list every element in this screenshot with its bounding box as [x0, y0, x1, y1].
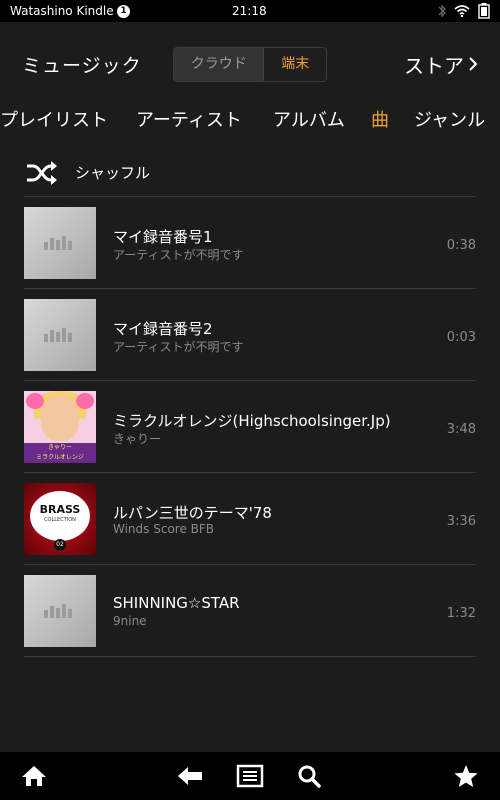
album-art-placeholder: [24, 207, 96, 279]
song-title: マイ録音番号2: [113, 320, 213, 338]
favorites-icon[interactable]: [452, 764, 480, 788]
tab-songs[interactable]: 曲: [371, 106, 389, 132]
clock: 21:18: [232, 4, 267, 18]
bluetooth-icon: [438, 4, 446, 18]
battery-icon: [478, 3, 490, 19]
song-row[interactable]: マイ録音番号2 アーティストが不明です 0:03: [24, 289, 476, 381]
album-art-text: BRASS: [39, 503, 81, 516]
wifi-icon: [454, 5, 470, 17]
page-title: ミュージック: [22, 55, 142, 77]
song-duration: 3:48: [446, 422, 476, 437]
back-icon[interactable]: [176, 764, 204, 788]
device-tab[interactable]: 端末: [263, 48, 326, 81]
song-artist: Winds Score BFB: [113, 522, 215, 536]
song-row[interactable]: きゃりー ミラクルオレンジ ミラクルオレンジ(Highschoolsinger.…: [24, 381, 476, 473]
store-link[interactable]: ストア: [404, 50, 478, 79]
album-art-placeholder: [24, 299, 96, 371]
home-icon[interactable]: [20, 764, 48, 788]
cloud-tab[interactable]: クラウド: [174, 48, 264, 81]
song-list: マイ録音番号1 アーティストが不明です 0:38 マイ録音番号2 アーティストが…: [24, 197, 476, 657]
bottom-nav: [0, 752, 500, 800]
song-title: ミラクルオレンジ(Highschoolsinger.Jp): [113, 412, 391, 430]
device-name: Watashino Kindle: [10, 4, 114, 18]
song-row[interactable]: マイ録音番号1 アーティストが不明です 0:38: [24, 197, 476, 289]
store-label: ストア: [404, 54, 464, 78]
song-artist: アーティストが不明です: [113, 340, 244, 354]
shuffle-label: シャッフル: [75, 164, 151, 182]
album-art-text: 02: [54, 539, 66, 551]
equalizer-icon: [44, 236, 72, 250]
tab-artist[interactable]: アーティスト: [136, 106, 242, 132]
search-icon[interactable]: [296, 764, 324, 788]
notification-badge[interactable]: 1: [117, 5, 130, 18]
source-toggle[interactable]: クラウド 端末: [173, 47, 327, 82]
tab-playlist[interactable]: プレイリスト: [0, 106, 108, 132]
equalizer-icon: [44, 328, 72, 342]
status-bar: Watashino Kindle 1 21:18: [0, 0, 500, 22]
category-tabs: プレイリスト アーティスト アルバム 曲 ジャンル: [0, 102, 500, 134]
song-duration: 3:36: [446, 514, 476, 529]
song-title: SHINNING☆STAR: [113, 594, 240, 612]
song-duration: 0:03: [446, 330, 476, 345]
song-title: マイ録音番号1: [113, 228, 213, 246]
song-title: ルパン三世のテーマ'78: [113, 504, 272, 522]
tab-genre[interactable]: ジャンル: [414, 106, 485, 132]
song-row[interactable]: SHINNING☆STAR 9nine 1:32: [24, 565, 476, 657]
song-duration: 0:38: [446, 238, 476, 253]
equalizer-icon: [44, 604, 72, 618]
song-row[interactable]: BRASS COLLECTION 02 ルパン三世のテーマ'78 Winds S…: [24, 473, 476, 565]
song-artist: 9nine: [113, 614, 147, 628]
app-header: ミュージック クラウド 端末 ストア: [0, 22, 500, 102]
album-art-text: ミラクルオレンジ: [36, 454, 84, 461]
album-art-text: きゃりー: [47, 444, 72, 451]
song-duration: 1:32: [446, 606, 476, 621]
album-art-placeholder: [24, 575, 96, 647]
menu-icon[interactable]: [236, 764, 264, 788]
tab-album[interactable]: アルバム: [273, 106, 345, 132]
album-art-brass: BRASS COLLECTION 02: [24, 483, 96, 555]
shuffle-row[interactable]: シャッフル: [24, 150, 476, 197]
chevron-right-icon: [468, 53, 478, 77]
album-art-text: COLLECTION: [44, 517, 76, 523]
song-artist: きゃりー: [113, 432, 162, 446]
song-artist: アーティストが不明です: [113, 248, 244, 262]
album-art-kyary: きゃりー ミラクルオレンジ: [24, 391, 96, 463]
